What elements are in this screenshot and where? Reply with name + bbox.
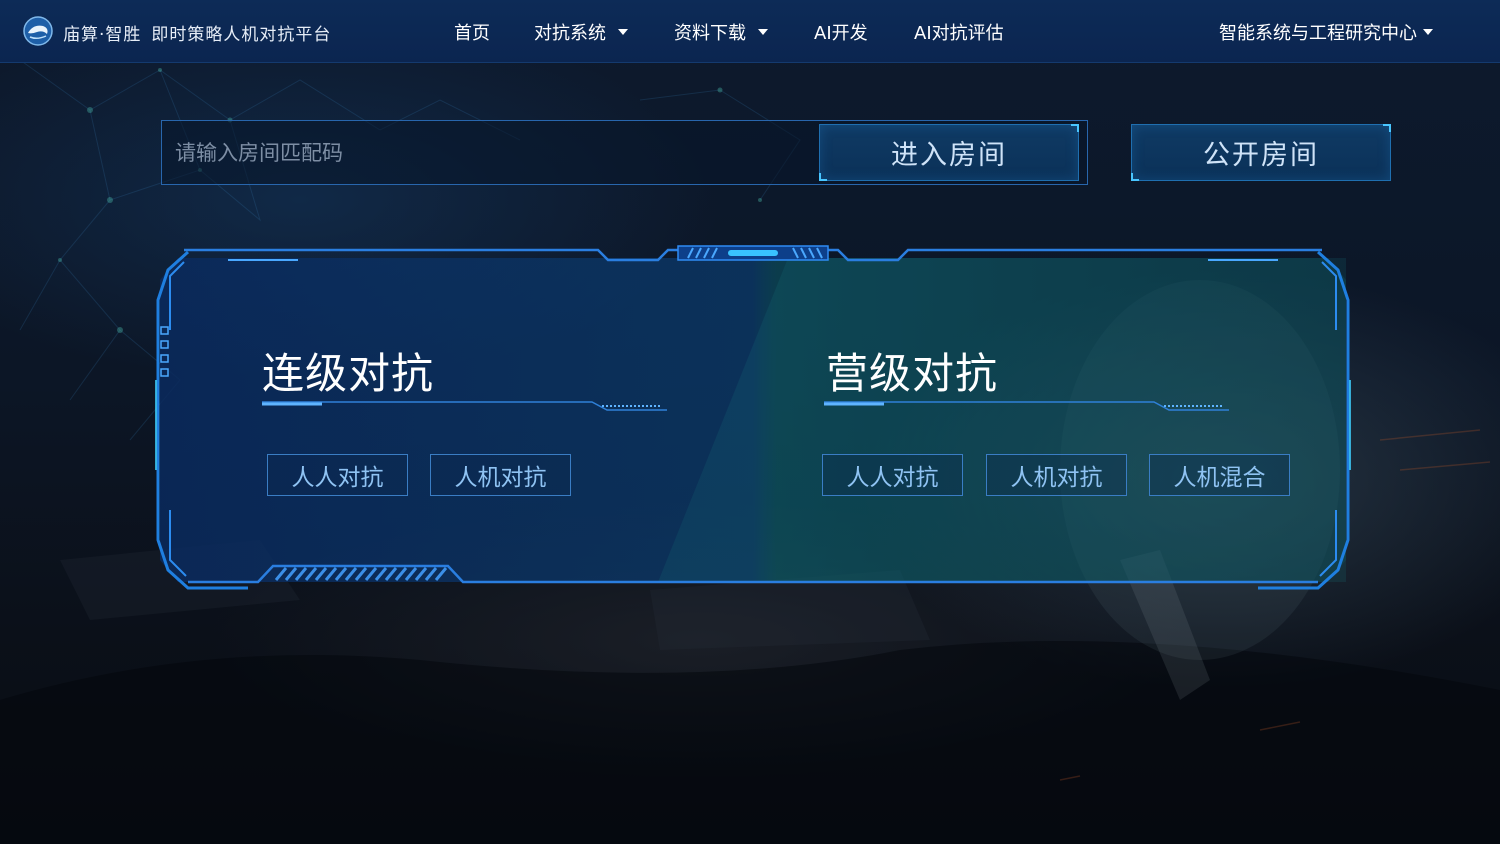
battalion-pvp-label: 人人对抗 (846, 465, 939, 491)
logo-swirl-icon[interactable] (23, 16, 53, 46)
title-underline-decor (824, 401, 1229, 411)
nav-downloads-label: 资料下载 (674, 23, 746, 44)
org-menu-label: 智能系统与工程研究中心 (1219, 23, 1417, 44)
battalion-pve-button[interactable]: 人机对抗 (986, 454, 1127, 496)
enter-room-button[interactable]: 进入房间 (819, 124, 1079, 181)
public-rooms-label: 公开房间 (1203, 140, 1319, 171)
nav-ai-evaluation[interactable]: AI对抗评估 (914, 19, 1004, 45)
battalion-pvp-button[interactable]: 人人对抗 (822, 454, 963, 496)
title-underline-decor (262, 401, 667, 411)
battalion-pve-label: 人机对抗 (1010, 465, 1103, 491)
brand-name: 庙算·智胜 (63, 25, 142, 45)
company-pvp-button[interactable]: 人人对抗 (267, 454, 408, 496)
mode-battalion-title: 营级对抗 (826, 349, 999, 398)
nav-home-label: 首页 (454, 23, 490, 44)
nav-combat-system[interactable]: 对抗系统 (534, 19, 628, 45)
public-rooms-button[interactable]: 公开房间 (1131, 124, 1391, 181)
brand-title: 庙算·智胜 即时策略人机对抗平台 (63, 20, 331, 45)
nav-downloads[interactable]: 资料下载 (674, 19, 768, 45)
company-pve-button[interactable]: 人机对抗 (430, 454, 571, 496)
battalion-mixed-button[interactable]: 人机混合 (1149, 454, 1290, 496)
battalion-mixed-label: 人机混合 (1173, 465, 1266, 491)
nav-ai-evaluation-label: AI对抗评估 (914, 23, 1004, 44)
match-code-input[interactable] (162, 121, 817, 184)
company-pve-label: 人机对抗 (454, 465, 547, 491)
enter-room-label: 进入房间 (891, 140, 1007, 171)
nav-combat-system-label: 对抗系统 (534, 23, 606, 44)
nav-home[interactable]: 首页 (454, 19, 490, 45)
mode-company-title: 连级对抗 (262, 349, 435, 398)
brand-subtitle: 即时策略人机对抗平台 (151, 25, 332, 45)
caret-down-icon (758, 29, 768, 35)
page: 庙算·智胜 即时策略人机对抗平台 首页 对抗系统 资料下载 AI开发 AI对抗评估… (0, 0, 1500, 844)
org-menu[interactable]: 智能系统与工程研究中心 (1219, 19, 1433, 45)
nav-ai-development[interactable]: AI开发 (814, 19, 868, 45)
mode-panel-frame (155, 245, 1351, 590)
caret-down-icon (618, 29, 628, 35)
nav-ai-development-label: AI开发 (814, 23, 868, 44)
top-navbar: 庙算·智胜 即时策略人机对抗平台 首页 对抗系统 资料下载 AI开发 AI对抗评估… (0, 0, 1500, 63)
company-pvp-label: 人人对抗 (291, 465, 384, 491)
caret-down-icon (1423, 29, 1433, 35)
